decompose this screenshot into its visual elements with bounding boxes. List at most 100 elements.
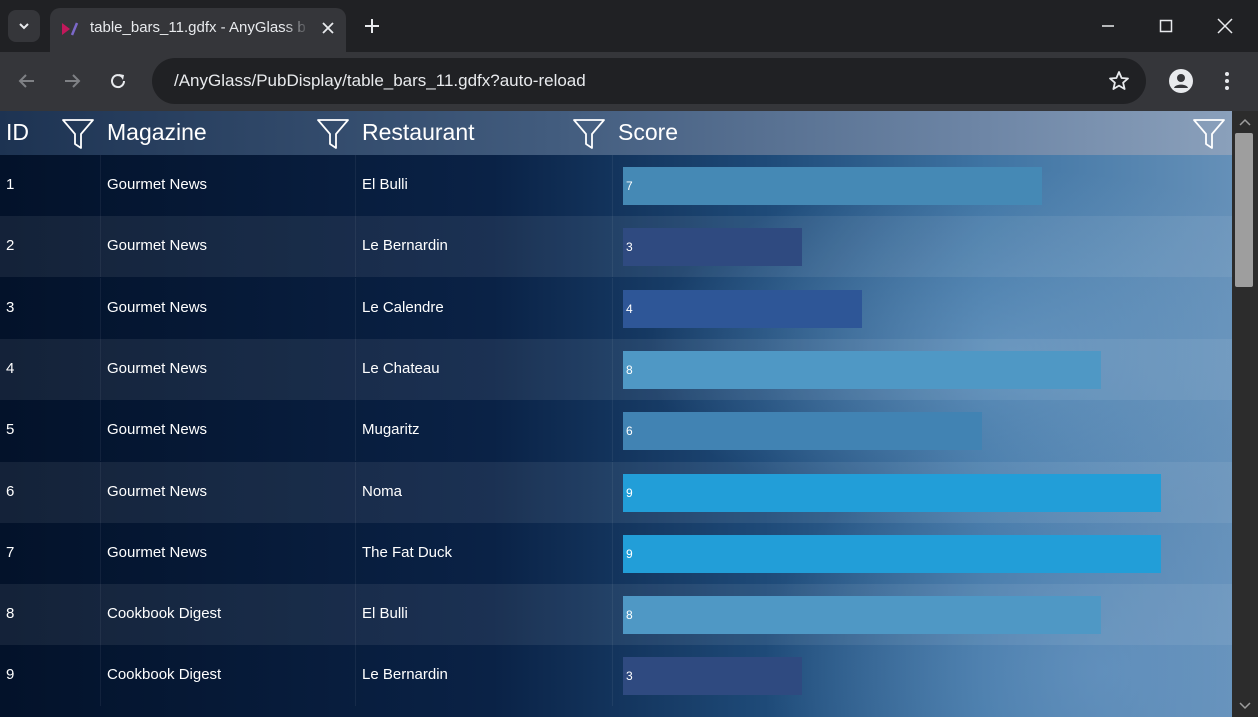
column-header-restaurant[interactable]: Restaurant [362,119,475,146]
column-separator [355,645,356,707]
score-bar: 6 [623,412,982,451]
back-button[interactable] [12,66,42,96]
table-header: ID Magazine Restaurant Score [0,111,1232,155]
reload-button[interactable] [103,66,133,96]
column-separator [355,277,356,339]
column-separator [100,338,101,400]
column-separator [612,645,613,707]
cell-magazine: Gourmet News [107,237,208,255]
cell-magazine: Gourmet News [107,482,208,500]
maximize-icon [1159,19,1173,33]
column-separator [355,155,356,216]
table-row[interactable]: 9 Cookbook Digest Le Bernardin 3 [0,645,1232,707]
score-bar-label: 7 [626,179,633,193]
forward-button[interactable] [57,66,87,96]
cell-magazine: Gourmet News [107,543,208,561]
browser-menu-button[interactable] [1214,66,1240,96]
column-separator [355,461,356,523]
column-header-score[interactable]: Score [618,119,678,146]
table-row[interactable]: 4 Gourmet News Le Chateau 8 [0,338,1232,400]
close-icon [322,22,334,34]
score-bar: 8 [623,596,1101,635]
cell-id: 4 [6,359,15,377]
column-separator [612,400,613,462]
cell-id: 7 [6,543,15,561]
tab-close-button[interactable] [316,16,340,40]
table-row[interactable]: 6 Gourmet News Noma 9 [0,461,1232,523]
cell-restaurant: Le Bernardin [362,666,448,684]
cell-restaurant: El Bulli [362,176,408,193]
column-separator [355,522,356,584]
column-separator [612,277,613,339]
cell-restaurant: Le Chateau [362,359,440,377]
cell-restaurant: Le Bernardin [362,237,448,255]
cell-restaurant: Noma [362,482,403,500]
table-row[interactable]: 5 Gourmet News Mugaritz 6 [0,400,1232,462]
filter-icon[interactable] [61,117,95,151]
profile-button[interactable] [1166,66,1196,96]
cell-id: 1 [6,176,15,193]
tab-strip: table_bars_11.gdfx - AnyGlass b [0,0,1258,52]
column-separator [100,400,101,462]
table-row[interactable]: 3 Gourmet News Le Calendre 4 [0,277,1232,339]
chevron-down-icon [19,23,29,30]
minimize-button[interactable] [1088,10,1128,42]
filter-icon[interactable] [572,117,606,151]
column-separator [612,155,613,216]
cell-id: 3 [6,298,15,316]
vertical-scrollbar[interactable] [1232,111,1258,717]
column-separator [612,522,613,584]
arrow-left-icon [18,74,34,88]
more-vertical-icon [1225,72,1229,90]
tab-title: table_bars_11.gdfx - AnyGlass b [90,19,306,36]
column-header-id[interactable]: ID [6,119,29,146]
column-separator [355,338,356,400]
cell-id: 9 [6,666,15,684]
table-row[interactable]: 1 Gourmet News El Bulli 7 [0,155,1232,216]
cell-magazine: Gourmet News [107,298,208,316]
close-icon [1217,18,1233,34]
column-separator [612,461,613,523]
column-separator [355,400,356,462]
column-separator [612,584,613,646]
score-bar: 4 [623,289,862,328]
arrow-right-icon [65,74,81,88]
address-bar[interactable]: /AnyGlass/PubDisplay/table_bars_11.gdfx?… [152,58,1146,104]
scroll-up-button[interactable] [1237,115,1253,129]
cell-magazine: Gourmet News [107,176,208,193]
cell-id: 2 [6,237,15,255]
chevron-down-icon [1239,702,1251,710]
scrollbar-thumb[interactable] [1235,133,1253,287]
filter-icon[interactable] [1192,117,1226,151]
url-text[interactable]: /AnyGlass/PubDisplay/table_bars_11.gdfx?… [174,71,586,91]
filter-icon[interactable] [316,117,350,151]
column-separator [100,522,101,584]
close-window-button[interactable] [1205,10,1245,42]
table-row[interactable]: 8 Cookbook Digest El Bulli 8 [0,584,1232,646]
maximize-button[interactable] [1146,10,1186,42]
score-bar-label: 8 [626,608,633,623]
reload-icon [111,74,126,89]
column-separator [100,645,101,707]
cell-restaurant: The Fat Duck [362,543,453,561]
cell-magazine: Cookbook Digest [107,666,222,684]
scroll-down-button[interactable] [1237,699,1253,713]
table-row[interactable]: 2 Gourmet News Le Bernardin 3 [0,216,1232,278]
column-separator [612,216,613,278]
page-content: ID Magazine Restaurant Score 1 Gourmet Ne… [0,111,1258,717]
cell-magazine: Gourmet News [107,421,208,439]
column-separator [100,461,101,523]
cell-id: 5 [6,421,15,439]
new-tab-button[interactable] [358,12,386,40]
minimize-icon [1102,25,1114,27]
column-separator [100,277,101,339]
bookmark-star-icon[interactable] [1108,70,1130,92]
tab-search-button[interactable] [8,10,40,42]
column-header-magazine[interactable]: Magazine [107,119,207,146]
cell-restaurant: Le Calendre [362,298,444,316]
score-bar-label: 3 [626,240,633,255]
cell-id: 8 [6,605,15,623]
column-separator [100,155,101,216]
browser-tab[interactable]: table_bars_11.gdfx - AnyGlass b [50,8,346,52]
table-row[interactable]: 7 Gourmet News The Fat Duck 9 [0,522,1232,584]
